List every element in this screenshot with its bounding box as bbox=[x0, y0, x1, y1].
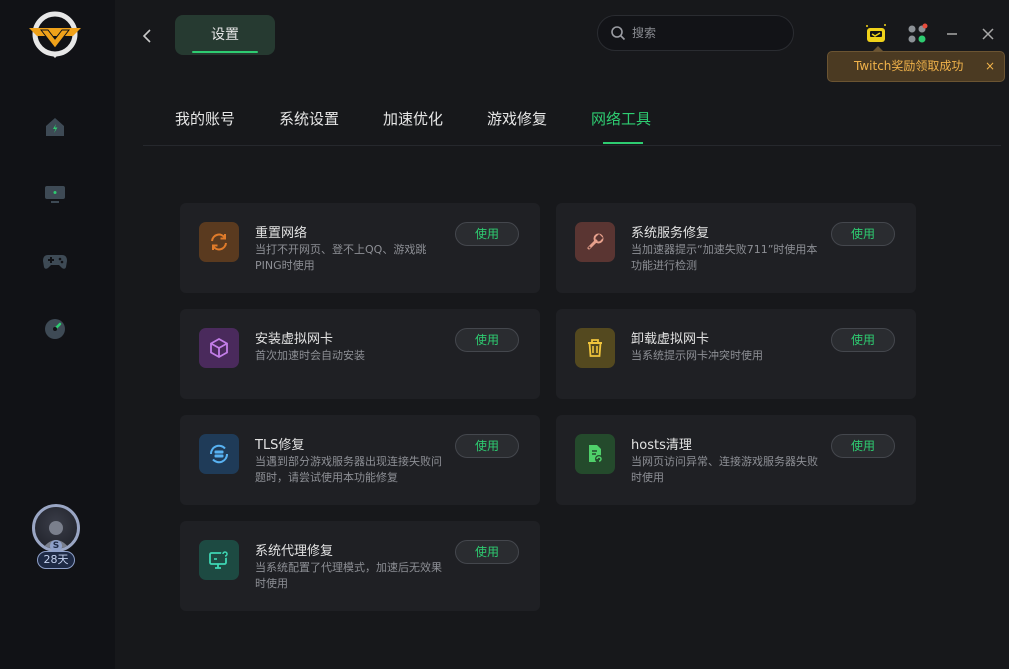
toast-text: Twitch奖励领取成功 bbox=[854, 59, 964, 73]
use-button-install-adapter[interactable]: 使用 bbox=[455, 328, 519, 352]
server-refresh-icon bbox=[199, 434, 239, 474]
tab-network-tools[interactable]: 网络工具 bbox=[591, 108, 651, 129]
nav-home-icon[interactable] bbox=[41, 113, 69, 141]
tool-card-hosts-cleanup: hosts清理 当网页访问异常、连接游戏服务器失败时使用 使用 bbox=[556, 415, 916, 505]
gift-box-icon[interactable] bbox=[862, 22, 890, 46]
tool-description: 当网页访问异常、连接游戏服务器失败时使用 bbox=[631, 455, 818, 484]
tool-title: 重置网络 bbox=[255, 226, 308, 241]
use-button-service-repair[interactable]: 使用 bbox=[831, 222, 895, 246]
chevron-left-icon bbox=[142, 29, 151, 43]
use-button-reset-network[interactable]: 使用 bbox=[455, 222, 519, 246]
tool-description: 当打不开网页、登不上QQ、游戏跳PING时使用 bbox=[255, 243, 427, 272]
tool-description: 当系统配置了代理模式，加速后无效果时使用 bbox=[255, 561, 442, 590]
tool-title: TLS修复 bbox=[255, 438, 305, 453]
tab-acceleration[interactable]: 加速优化 bbox=[383, 108, 443, 129]
minimize-icon[interactable] bbox=[943, 22, 961, 46]
settings-tabs: 我的账号 系统设置 加速优化 游戏修复 网络工具 bbox=[143, 98, 1001, 146]
refresh-icon bbox=[199, 222, 239, 262]
tool-card-service-repair: 系统服务修复 当加速器提示“加速失败711”时使用本功能进行检测 使用 bbox=[556, 203, 916, 293]
file-refresh-icon bbox=[575, 434, 615, 474]
vip-days-badge: 28天 bbox=[37, 551, 75, 569]
use-button-proxy-repair[interactable]: 使用 bbox=[455, 540, 519, 564]
title-underline bbox=[192, 51, 258, 53]
nav-speedometer-icon[interactable] bbox=[41, 315, 69, 343]
search-icon bbox=[611, 26, 626, 41]
search-input[interactable] bbox=[632, 26, 782, 40]
app-logo bbox=[27, 10, 83, 60]
tab-system-settings[interactable]: 系统设置 bbox=[279, 108, 339, 129]
tool-title: 卸载虚拟网卡 bbox=[631, 332, 710, 347]
tool-title: hosts清理 bbox=[631, 438, 692, 453]
tool-description: 当遇到部分游戏服务器出现连接失败问题时，请尝试使用本功能修复 bbox=[255, 455, 442, 484]
tool-card-proxy-repair: 系统代理修复 当系统配置了代理模式，加速后无效果时使用 使用 bbox=[180, 521, 540, 611]
tool-title: 系统服务修复 bbox=[631, 226, 710, 241]
apps-grid-icon[interactable] bbox=[905, 22, 929, 46]
tool-title: 系统代理修复 bbox=[255, 544, 334, 559]
tool-description: 当系统提示网卡冲突时使用 bbox=[631, 349, 763, 362]
wrench-icon bbox=[575, 222, 615, 262]
trash-icon bbox=[575, 328, 615, 368]
use-button-tls-repair[interactable]: 使用 bbox=[455, 434, 519, 458]
tab-my-account[interactable]: 我的账号 bbox=[175, 108, 235, 129]
monitor-refresh-icon bbox=[199, 540, 239, 580]
tab-game-repair[interactable]: 游戏修复 bbox=[487, 108, 547, 129]
page-title-tab[interactable]: 设置 bbox=[175, 15, 275, 55]
cube-icon bbox=[199, 328, 239, 368]
page-title: 设置 bbox=[211, 27, 239, 43]
tool-description: 首次加速时会自动安装 bbox=[255, 349, 365, 362]
tool-description: 当加速器提示“加速失败711”时使用本功能进行检测 bbox=[631, 243, 818, 272]
tool-card-reset-network: 重置网络 当打不开网页、登不上QQ、游戏跳PING时使用 使用 bbox=[180, 203, 540, 293]
active-tab-indicator bbox=[603, 142, 643, 144]
nav-gamepad-icon[interactable] bbox=[41, 247, 69, 275]
close-icon[interactable] bbox=[979, 22, 997, 46]
nav-monitor-icon[interactable] bbox=[41, 180, 69, 208]
use-button-hosts-cleanup[interactable]: 使用 bbox=[831, 434, 895, 458]
user-avatar[interactable]: S 28天 bbox=[29, 503, 83, 573]
sidebar: S 28天 bbox=[0, 0, 115, 669]
use-button-uninstall-adapter[interactable]: 使用 bbox=[831, 328, 895, 352]
tool-card-install-adapter: 安装虚拟网卡 首次加速时会自动安装 使用 bbox=[180, 309, 540, 399]
back-button[interactable] bbox=[137, 24, 157, 48]
tool-card-uninstall-adapter: 卸载虚拟网卡 当系统提示网卡冲突时使用 使用 bbox=[556, 309, 916, 399]
tool-title: 安装虚拟网卡 bbox=[255, 332, 334, 347]
toast-close-icon[interactable]: × bbox=[985, 52, 995, 81]
tool-card-tls-repair: TLS修复 当遇到部分游戏服务器出现连接失败问题时，请尝试使用本功能修复 使用 bbox=[180, 415, 540, 505]
search-box[interactable] bbox=[597, 15, 794, 51]
reward-toast: Twitch奖励领取成功 × bbox=[827, 46, 1005, 82]
